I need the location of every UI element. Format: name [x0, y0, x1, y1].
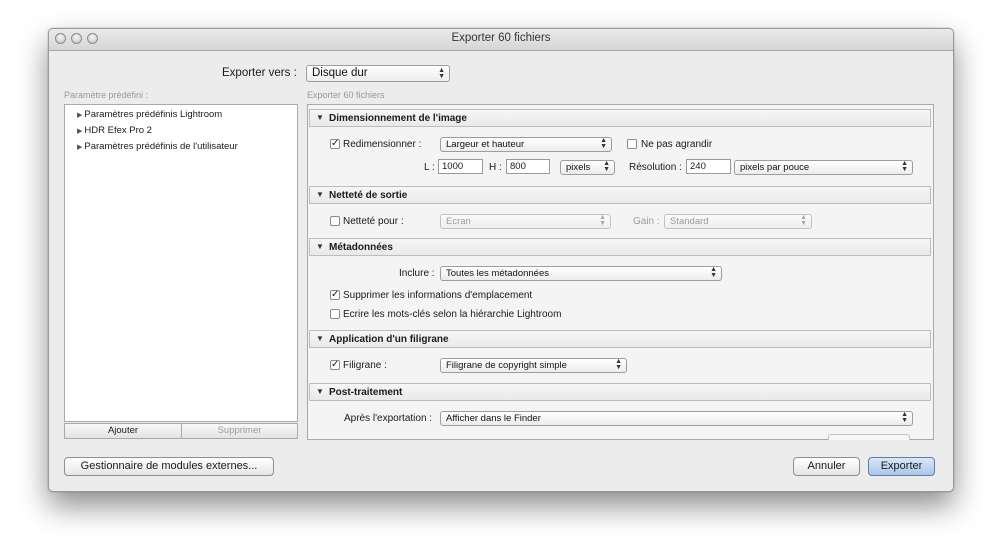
export-to-value: Disque dur: [312, 67, 368, 79]
disclosure-open-icon[interactable]: ▼: [316, 334, 324, 343]
dont-enlarge-label: Ne pas agrandir: [641, 139, 713, 150]
section-header-watermark[interactable]: ▼ Application d'un filigrane: [309, 330, 931, 348]
unit-value: pixels: [566, 162, 591, 173]
section-title: Netteté de sortie: [329, 190, 408, 201]
watermark-checkbox[interactable]: ✓: [330, 360, 340, 370]
preset-heading: Paramètre prédéfini :: [64, 90, 149, 100]
width-input[interactable]: 1000: [438, 159, 483, 174]
export-to-select[interactable]: Disque dur ▲ ▼: [306, 65, 450, 82]
disclosure-open-icon[interactable]: ▼: [316, 113, 324, 122]
cancel-button[interactable]: Annuler: [793, 457, 860, 476]
select-arrows-icon: ▲ ▼: [600, 137, 607, 150]
window-title: Exporter 60 fichiers: [451, 32, 551, 44]
disclosure-open-icon[interactable]: ▼: [316, 190, 324, 199]
select-arrows-icon: ▲ ▼: [599, 214, 606, 227]
resolution-unit-select[interactable]: pixels par pouce ▲ ▼: [734, 160, 913, 175]
select-arrows-icon: ▲ ▼: [615, 358, 622, 371]
disclosure-closed-icon[interactable]: ▶: [77, 144, 82, 151]
section-title: Dimensionnement de l'image: [329, 113, 467, 124]
preset-list: ▶ Paramètres prédéfinis Lightroom ▶ HDR Ef…: [64, 104, 298, 422]
watermark-select[interactable]: Filigrane de copyright simple ▲ ▼: [440, 358, 627, 373]
section-header-sizing[interactable]: ▼ Dimensionnement de l'image: [309, 109, 931, 127]
height-label: H :: [489, 162, 502, 173]
section-title: Post-traitement: [329, 387, 403, 398]
include-select[interactable]: Toutes les métadonnées ▲ ▼: [440, 266, 722, 281]
sharpen-for-value: Ecran: [446, 216, 471, 227]
resize-label: Redimensionner :: [343, 139, 422, 150]
disclosure-open-icon[interactable]: ▼: [316, 387, 324, 396]
after-export-label: Après l'exportation :: [344, 413, 433, 424]
hierarchy-checkbox[interactable]: [330, 309, 340, 319]
add-preset-button[interactable]: Ajouter: [64, 423, 182, 439]
hierarchy-label: Ecrire les mots-clés selon la hiérarchie…: [343, 309, 562, 320]
scroll-clipped-row: [828, 434, 910, 440]
preset-folder-label: HDR Efex Pro 2: [84, 125, 152, 136]
disclosure-closed-icon[interactable]: ▶: [77, 128, 82, 135]
sharpen-label: Netteté pour :: [343, 216, 404, 227]
select-arrows-icon: ▲ ▼: [901, 411, 908, 424]
select-arrows-icon: ▲ ▼: [710, 266, 717, 279]
preset-folder-hdr[interactable]: ▶ HDR Efex Pro 2: [77, 125, 152, 136]
resolution-input[interactable]: 240: [686, 159, 731, 174]
section-header-metadata[interactable]: ▼ Métadonnées: [309, 238, 931, 256]
sharpen-for-select[interactable]: Ecran ▲ ▼: [440, 214, 611, 229]
select-arrows-icon: ▲ ▼: [800, 214, 807, 227]
include-label: Inclure :: [399, 268, 435, 279]
amount-select[interactable]: Standard ▲ ▼: [664, 214, 812, 229]
after-export-select[interactable]: Afficher dans le Finder ▲ ▼: [440, 411, 913, 426]
after-export-value: Afficher dans le Finder: [446, 413, 541, 424]
preset-folder-label: Paramètres prédéfinis de l'utilisateur: [84, 141, 238, 152]
dont-enlarge-checkbox[interactable]: [627, 139, 637, 149]
disclosure-closed-icon[interactable]: ▶: [77, 112, 82, 119]
preset-folder-lightroom[interactable]: ▶ Paramètres prédéfinis Lightroom: [77, 109, 222, 120]
remove-location-checkbox[interactable]: ✓: [330, 290, 340, 300]
panel-heading: Exporter 60 fichiers: [307, 90, 385, 100]
export-button[interactable]: Exporter: [868, 457, 935, 476]
resize-checkbox[interactable]: ✓: [330, 139, 340, 149]
remove-preset-button[interactable]: Supprimer: [181, 423, 298, 439]
width-label: L :: [424, 162, 435, 173]
preset-folder-user[interactable]: ▶ Paramètres prédéfinis de l'utilisateur: [77, 141, 238, 152]
section-title: Métadonnées: [329, 242, 393, 253]
amount-label: Gain :: [633, 216, 660, 227]
amount-value: Standard: [670, 216, 709, 227]
resize-mode-select[interactable]: Largeur et hauteur ▲ ▼: [440, 137, 612, 152]
height-input[interactable]: 800: [506, 159, 550, 174]
resolution-unit-value: pixels par pouce: [740, 162, 810, 173]
unit-select[interactable]: pixels ▲ ▼: [560, 160, 615, 175]
export-to-label: Exporter vers :: [222, 67, 297, 79]
section-header-post-processing[interactable]: ▼ Post-traitement: [309, 383, 931, 401]
select-arrows-icon: ▲ ▼: [901, 160, 908, 173]
remove-location-label: Supprimer les informations d'emplacement: [343, 290, 533, 301]
select-arrows-icon: ▲ ▼: [603, 160, 610, 173]
disclosure-open-icon[interactable]: ▼: [316, 242, 324, 251]
preset-folder-label: Paramètres prédéfinis Lightroom: [84, 109, 223, 120]
title-bar: Exporter 60 fichiers: [49, 29, 953, 51]
watermark-label: Filigrane :: [343, 360, 387, 371]
include-value: Toutes les métadonnées: [446, 268, 549, 279]
plugin-manager-button[interactable]: Gestionnaire de modules externes...: [64, 457, 274, 476]
resolution-label: Résolution :: [629, 162, 682, 173]
watermark-value: Filigrane de copyright simple: [446, 360, 567, 371]
select-arrows-icon: ▲ ▼: [438, 67, 445, 80]
sharpen-checkbox[interactable]: [330, 216, 340, 226]
section-header-sharpening[interactable]: ▼ Netteté de sortie: [309, 186, 931, 204]
resize-mode-value: Largeur et hauteur: [446, 139, 525, 150]
section-title: Application d'un filigrane: [329, 334, 449, 345]
